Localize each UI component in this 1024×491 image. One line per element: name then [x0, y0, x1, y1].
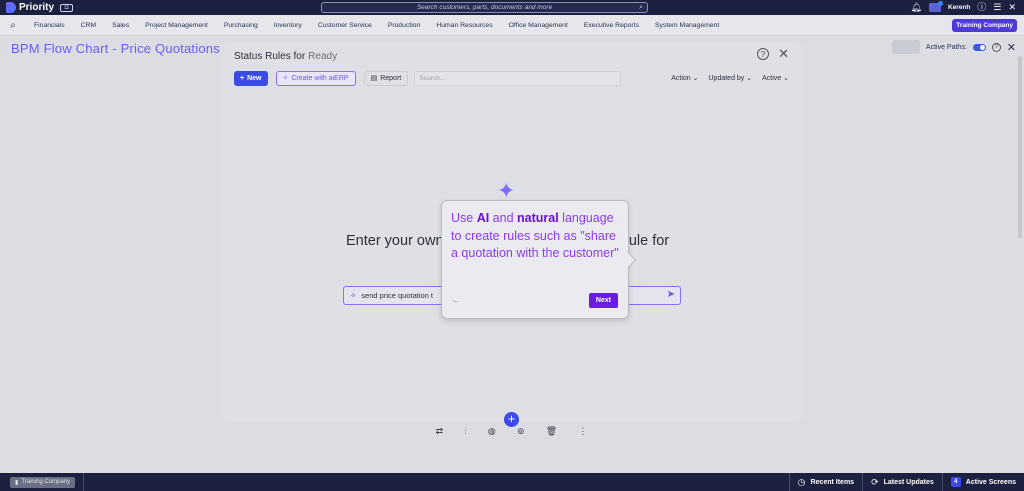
- filter-action-label: Action: [671, 75, 691, 82]
- nav-item-production[interactable]: Production: [380, 22, 429, 29]
- send-icon[interactable]: ➤: [667, 289, 675, 300]
- active-paths-label: Active Paths:: [925, 43, 967, 51]
- help-icon[interactable]: ?: [991, 42, 1001, 52]
- onboarding-tooltip: Use AI and natural language to create ru…: [441, 200, 629, 319]
- page-tools: Active Paths: ? ✕: [891, 40, 1016, 54]
- report-label: Report: [380, 74, 402, 82]
- bell-icon[interactable]: 🔔︎: [911, 3, 922, 12]
- trash-icon[interactable]: 🗑︎: [546, 426, 557, 437]
- clock-icon: ◷: [797, 476, 806, 487]
- filter-updated-by[interactable]: Updated by ⌄: [709, 74, 753, 82]
- active-paths-toggle[interactable]: [972, 43, 986, 51]
- menu-icon[interactable]: ☰: [993, 3, 1001, 12]
- close-icon[interactable]: ✕: [1007, 41, 1016, 54]
- dialog-title-text: Status Rules for: [234, 51, 306, 62]
- disabled-button[interactable]: [891, 40, 920, 54]
- main-nav: ⌕ Financials CRM Sales Project Managemen…: [0, 15, 1024, 36]
- tooltip-text: Use AI and natural language to create ru…: [451, 210, 621, 263]
- bottom-bar: ▮ Training Company ◷ Recent Items ⟳ Late…: [0, 473, 1024, 491]
- sparkle-icon: ✧: [282, 75, 289, 82]
- nav-item-crm[interactable]: CRM: [73, 22, 104, 29]
- latest-updates-label: Latest Updates: [883, 478, 934, 486]
- nav-item-customer-service[interactable]: Customer Service: [310, 22, 380, 29]
- filter-updated-by-label: Updated by: [708, 75, 745, 82]
- transfer-icon[interactable]: ⇄: [436, 426, 444, 437]
- user-name[interactable]: Kerenh: [948, 4, 970, 11]
- bottom-action-bar: ⇄ ⫶ ◍ ⊚ 🗑︎ ⋮: [421, 421, 602, 442]
- sparkle-icon: ✧: [350, 291, 357, 300]
- create-with-ai-button[interactable]: ✧ Create with aiERP: [275, 70, 356, 86]
- tooltip-text-part: Use: [451, 211, 477, 225]
- latest-updates-button[interactable]: ⟳ Latest Updates: [862, 473, 942, 491]
- nav-item-system-management[interactable]: System Management: [647, 22, 727, 29]
- help-icon[interactable]: ⓘ: [977, 3, 986, 12]
- dialog-toolbar: + New ✧ Create with aiERP ▤ Report Searc…: [234, 70, 789, 86]
- top-bar: Priority ◘ Search customers, parts, docu…: [0, 0, 1024, 15]
- filter-action[interactable]: Action ⌄: [671, 74, 698, 82]
- search-icon[interactable]: ⌕: [0, 20, 26, 31]
- prompt-heading: Enter your own rule for: [346, 233, 669, 249]
- recent-items-label: Recent Items: [810, 478, 855, 486]
- report-button[interactable]: ▤ Report: [363, 70, 409, 86]
- refresh-icon: ⟳: [871, 476, 879, 487]
- dialog-status: Ready: [308, 51, 338, 62]
- notification-dot: [937, 1, 943, 6]
- ai-prompt-value: send price quotation t: [361, 291, 434, 300]
- nav-item-human-resources[interactable]: Human Resources: [428, 22, 500, 29]
- sliders-icon[interactable]: ⫶: [464, 426, 466, 437]
- avatar[interactable]: [928, 1, 943, 12]
- global-search-input[interactable]: Search customers, parts, documents and m…: [321, 2, 648, 13]
- help-icon[interactable]: ?: [757, 48, 769, 60]
- nav-item-office-management[interactable]: Office Management: [501, 22, 576, 29]
- new-button[interactable]: + New: [234, 70, 268, 86]
- rules-search-input[interactable]: Search...: [414, 70, 622, 86]
- nav-item-project-management[interactable]: Project Management: [137, 22, 216, 29]
- close-icon[interactable]: ✕: [1008, 3, 1016, 12]
- id-card-icon[interactable]: ◘: [60, 3, 74, 12]
- next-button[interactable]: Next: [588, 293, 618, 308]
- back-arrow-icon[interactable]: ←: [451, 295, 461, 306]
- active-screens-button[interactable]: 4 Active Screens: [941, 473, 1024, 491]
- create-with-ai-label: Create with aiERP: [291, 74, 349, 82]
- paint-bucket-icon[interactable]: ◍: [488, 426, 496, 437]
- global-search-placeholder: Search customers, parts, documents and m…: [416, 4, 553, 11]
- company-chip-label: Training Company: [21, 479, 71, 485]
- app-logo[interactable]: Priority: [0, 2, 54, 13]
- nav-item-financials[interactable]: Financials: [26, 22, 73, 29]
- report-icon: ▤: [370, 75, 378, 82]
- close-icon[interactable]: ✕: [778, 46, 789, 62]
- active-screens-count: 4: [950, 477, 961, 487]
- company-button[interactable]: Training Company: [952, 19, 1017, 32]
- filter-active[interactable]: Active ⌄: [762, 74, 789, 82]
- recent-items-button[interactable]: ◷ Recent Items: [788, 473, 862, 491]
- prompt-heading-tail: rule for: [624, 233, 670, 249]
- dialog-title: Status Rules for Ready: [234, 51, 337, 62]
- nav-item-sales[interactable]: Sales: [104, 22, 137, 29]
- priority-logo-icon: [6, 2, 16, 13]
- page-title: BPM Flow Chart - Price Quotations fo: [11, 41, 235, 56]
- scrollbar[interactable]: [1018, 56, 1022, 238]
- new-label: New: [247, 74, 262, 82]
- vr-view-icon[interactable]: ⊚: [517, 426, 525, 437]
- company-chip[interactable]: ▮ Training Company: [10, 476, 76, 488]
- filter-active-label: Active: [762, 75, 782, 82]
- app-name: Priority: [19, 2, 55, 13]
- company-icon: ▮: [15, 479, 19, 486]
- divider: [83, 473, 85, 491]
- nav-item-inventory[interactable]: Inventory: [266, 22, 310, 29]
- nav-item-executive-reports[interactable]: Executive Reports: [576, 22, 647, 29]
- active-screens-label: Active Screens: [965, 478, 1016, 486]
- search-icon: ⌕: [639, 4, 643, 11]
- prompt-heading-text: Enter your own: [346, 233, 444, 249]
- more-icon[interactable]: ⋮: [578, 426, 587, 437]
- plus-icon: +: [240, 74, 245, 82]
- tooltip-text-bold: natural: [517, 211, 559, 225]
- nav-item-purchasing[interactable]: Purchasing: [216, 22, 266, 29]
- tooltip-text-part: and: [489, 211, 518, 225]
- tooltip-text-bold: AI: [476, 211, 490, 225]
